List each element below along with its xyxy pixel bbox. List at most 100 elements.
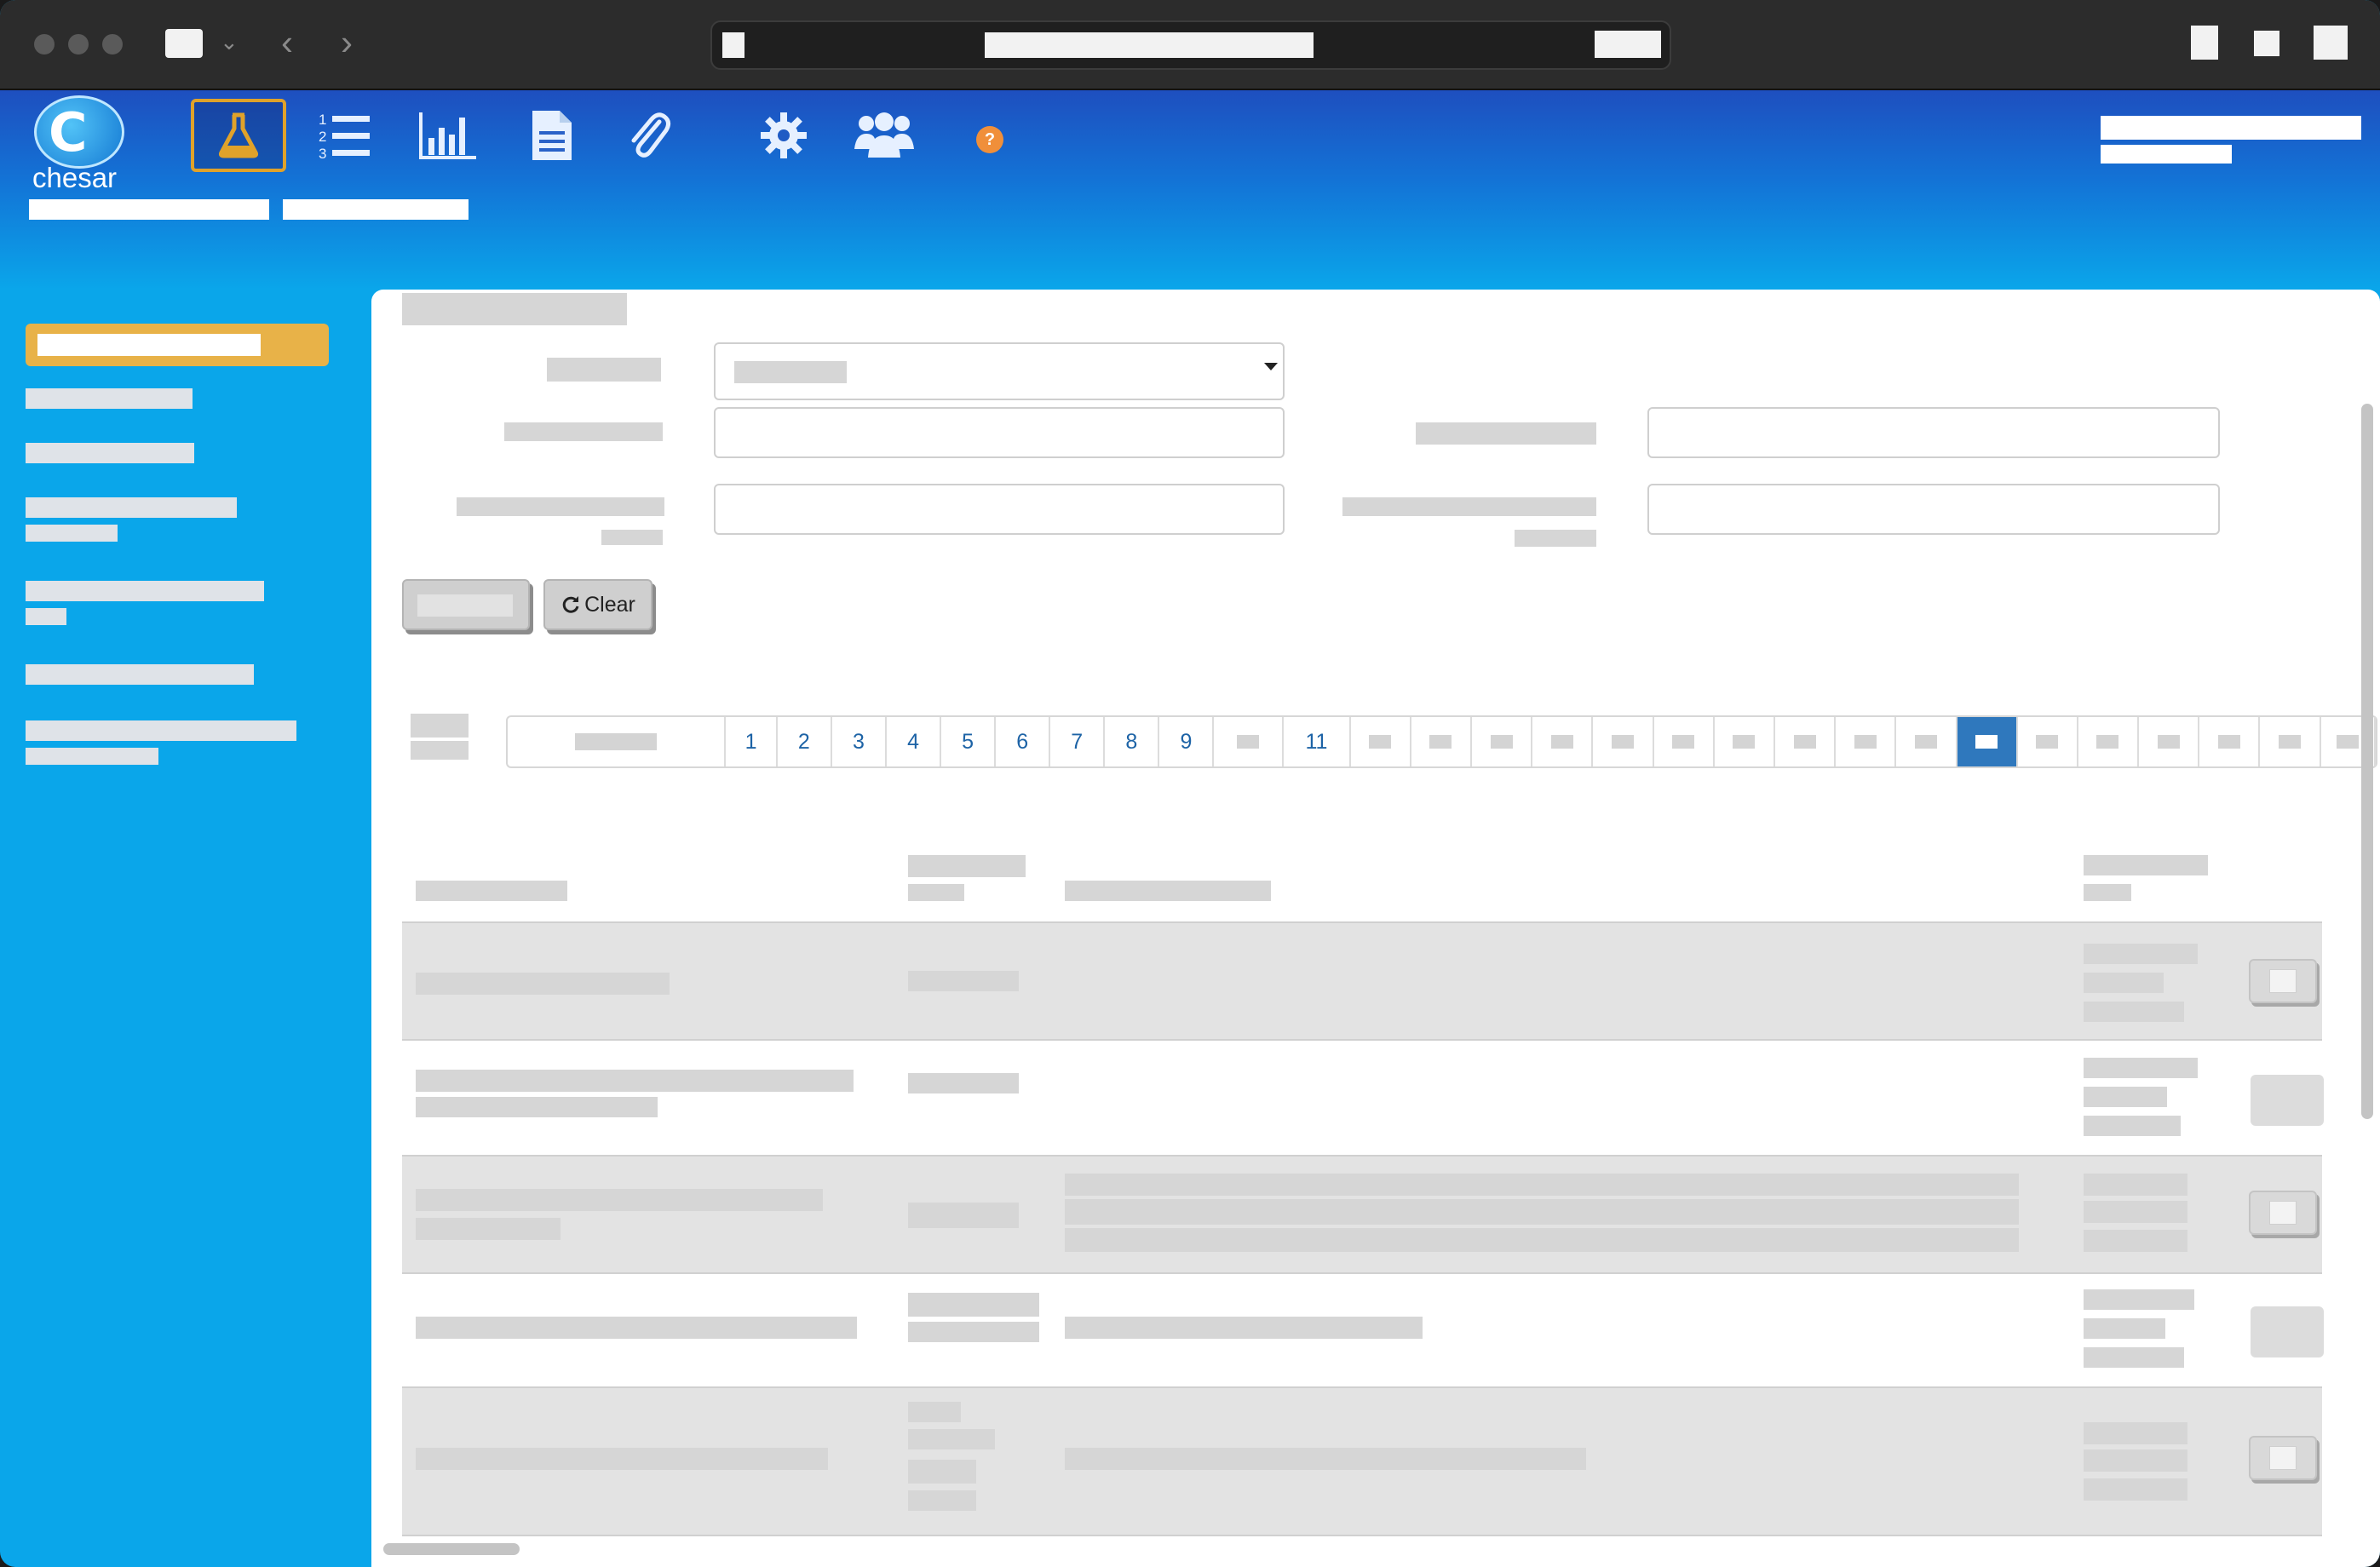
page-link-label bbox=[1490, 735, 1513, 749]
row-cell-number-4 bbox=[908, 1490, 976, 1511]
row-cell-date-2 bbox=[2084, 1318, 2165, 1339]
clear-button[interactable]: Clear bbox=[543, 579, 652, 630]
row-action-button[interactable] bbox=[2251, 1306, 2324, 1357]
zoom-window-button[interactable] bbox=[102, 34, 123, 55]
page-link-label bbox=[2157, 735, 2180, 749]
page-number: 1 bbox=[744, 729, 757, 754]
sidebar-item-active[interactable] bbox=[26, 324, 329, 366]
sidebar-item-3[interactable] bbox=[26, 443, 194, 474]
logo-text: chesar bbox=[32, 162, 118, 193]
row-action-button[interactable] bbox=[2251, 1075, 2324, 1126]
page-link-label bbox=[1914, 735, 1937, 749]
sidebar-toggle-icon[interactable] bbox=[165, 29, 203, 58]
text-field-3[interactable] bbox=[714, 484, 1285, 535]
table-row[interactable] bbox=[402, 1272, 2324, 1388]
page-link[interactable] bbox=[2199, 717, 2261, 766]
breadcrumb-item-2[interactable] bbox=[283, 199, 469, 220]
page-link[interactable] bbox=[1715, 717, 1775, 766]
nav-attachments[interactable] bbox=[601, 99, 697, 172]
row-cell-name-2 bbox=[416, 1218, 561, 1240]
row-cell-number bbox=[908, 1293, 1039, 1317]
address-bar[interactable] bbox=[710, 20, 1671, 70]
text-field-4[interactable] bbox=[1647, 484, 2220, 535]
page-link[interactable] bbox=[2139, 717, 2200, 766]
page-link-3[interactable]: 3 bbox=[832, 717, 887, 766]
page-link[interactable] bbox=[2018, 717, 2078, 766]
nav-lists[interactable]: 1 2 3 bbox=[296, 99, 392, 172]
row-cell-date bbox=[2084, 1174, 2187, 1196]
nav-documents[interactable] bbox=[504, 99, 600, 172]
page-link[interactable] bbox=[2260, 717, 2321, 766]
breadcrumb-item-1[interactable] bbox=[29, 199, 269, 220]
sidebar-item-4[interactable] bbox=[26, 497, 237, 552]
page-link[interactable] bbox=[1836, 717, 1897, 766]
page-link-2[interactable]: 2 bbox=[778, 717, 832, 766]
page-size-value[interactable] bbox=[411, 741, 469, 760]
type-select[interactable] bbox=[714, 342, 1285, 400]
row-cell-name bbox=[416, 1189, 823, 1211]
page-link-7[interactable]: 7 bbox=[1050, 717, 1106, 766]
page-link[interactable] bbox=[1654, 717, 1715, 766]
user-name bbox=[2101, 116, 2361, 140]
page-link[interactable] bbox=[2078, 717, 2140, 766]
page-number: 11 bbox=[1305, 729, 1328, 754]
page-link[interactable] bbox=[1472, 717, 1533, 766]
row-action-button[interactable] bbox=[2249, 1191, 2317, 1235]
page-link[interactable] bbox=[1214, 717, 1285, 766]
share-icon[interactable] bbox=[2191, 26, 2218, 60]
sidebar-item-6[interactable] bbox=[26, 664, 254, 695]
row-cell-number-2 bbox=[908, 1429, 995, 1449]
page-link[interactable] bbox=[1411, 717, 1473, 766]
minimize-window-button[interactable] bbox=[68, 34, 89, 55]
page-link-11[interactable]: 11 bbox=[1284, 717, 1351, 766]
close-window-button[interactable] bbox=[34, 34, 55, 55]
reload-button[interactable] bbox=[1595, 31, 1661, 58]
text-field-1[interactable] bbox=[714, 407, 1285, 458]
page-link-9[interactable]: 9 bbox=[1159, 717, 1215, 766]
nav-users[interactable] bbox=[836, 99, 932, 172]
row-cell-date-3 bbox=[2084, 1230, 2187, 1252]
pager-previous[interactable] bbox=[508, 717, 727, 766]
column-header-1[interactable] bbox=[416, 881, 567, 901]
forward-button[interactable]: › bbox=[341, 22, 353, 63]
page-link[interactable] bbox=[1775, 717, 1837, 766]
page-link-1[interactable]: 1 bbox=[726, 717, 778, 766]
row-action-button[interactable] bbox=[2249, 1436, 2317, 1480]
chesar-logo[interactable]: C bbox=[34, 95, 124, 169]
nav-assessment[interactable] bbox=[191, 99, 286, 172]
help-icon[interactable]: ? bbox=[976, 126, 1003, 153]
page-link[interactable] bbox=[1593, 717, 1654, 766]
horizontal-scrollbar[interactable] bbox=[383, 1543, 520, 1555]
page-link-6[interactable]: 6 bbox=[996, 717, 1051, 766]
column-header-2[interactable] bbox=[908, 855, 1026, 877]
back-button[interactable]: ‹ bbox=[281, 22, 293, 63]
nav-reports[interactable] bbox=[400, 99, 496, 172]
table-row[interactable] bbox=[402, 1041, 2324, 1157]
row-action-button[interactable] bbox=[2249, 959, 2317, 1003]
table-row[interactable] bbox=[402, 921, 2322, 1041]
page-link-5[interactable]: 5 bbox=[941, 717, 997, 766]
table-row[interactable] bbox=[402, 1386, 2322, 1536]
page-link-4[interactable]: 4 bbox=[887, 717, 942, 766]
column-header-4[interactable] bbox=[2084, 855, 2208, 875]
page-link-8[interactable]: 8 bbox=[1105, 717, 1160, 766]
column-header-3[interactable] bbox=[1065, 881, 1271, 901]
sidebar-item-2[interactable] bbox=[26, 388, 193, 419]
page-link[interactable] bbox=[1896, 717, 1957, 766]
page-link-label bbox=[2336, 735, 2359, 749]
tab-menu-chevron-icon[interactable]: ⌄ bbox=[220, 29, 239, 55]
nav-settings[interactable] bbox=[736, 99, 831, 172]
new-tab-icon[interactable] bbox=[2254, 31, 2279, 56]
tab-overview-icon[interactable] bbox=[2314, 26, 2348, 60]
app-header: C chesar 1 2 3 ? bbox=[0, 90, 2380, 290]
page-link[interactable] bbox=[1351, 717, 1411, 766]
page-link[interactable] bbox=[1532, 717, 1594, 766]
text-field-2[interactable] bbox=[1647, 407, 2220, 458]
table-row[interactable] bbox=[402, 1155, 2322, 1274]
sidebar-item-5[interactable] bbox=[26, 581, 264, 635]
search-button[interactable] bbox=[402, 579, 530, 630]
sidebar-item-7[interactable] bbox=[26, 720, 296, 775]
document-icon bbox=[532, 111, 572, 160]
page-link[interactable] bbox=[1957, 717, 2018, 766]
vertical-scrollbar[interactable] bbox=[2361, 404, 2373, 1119]
